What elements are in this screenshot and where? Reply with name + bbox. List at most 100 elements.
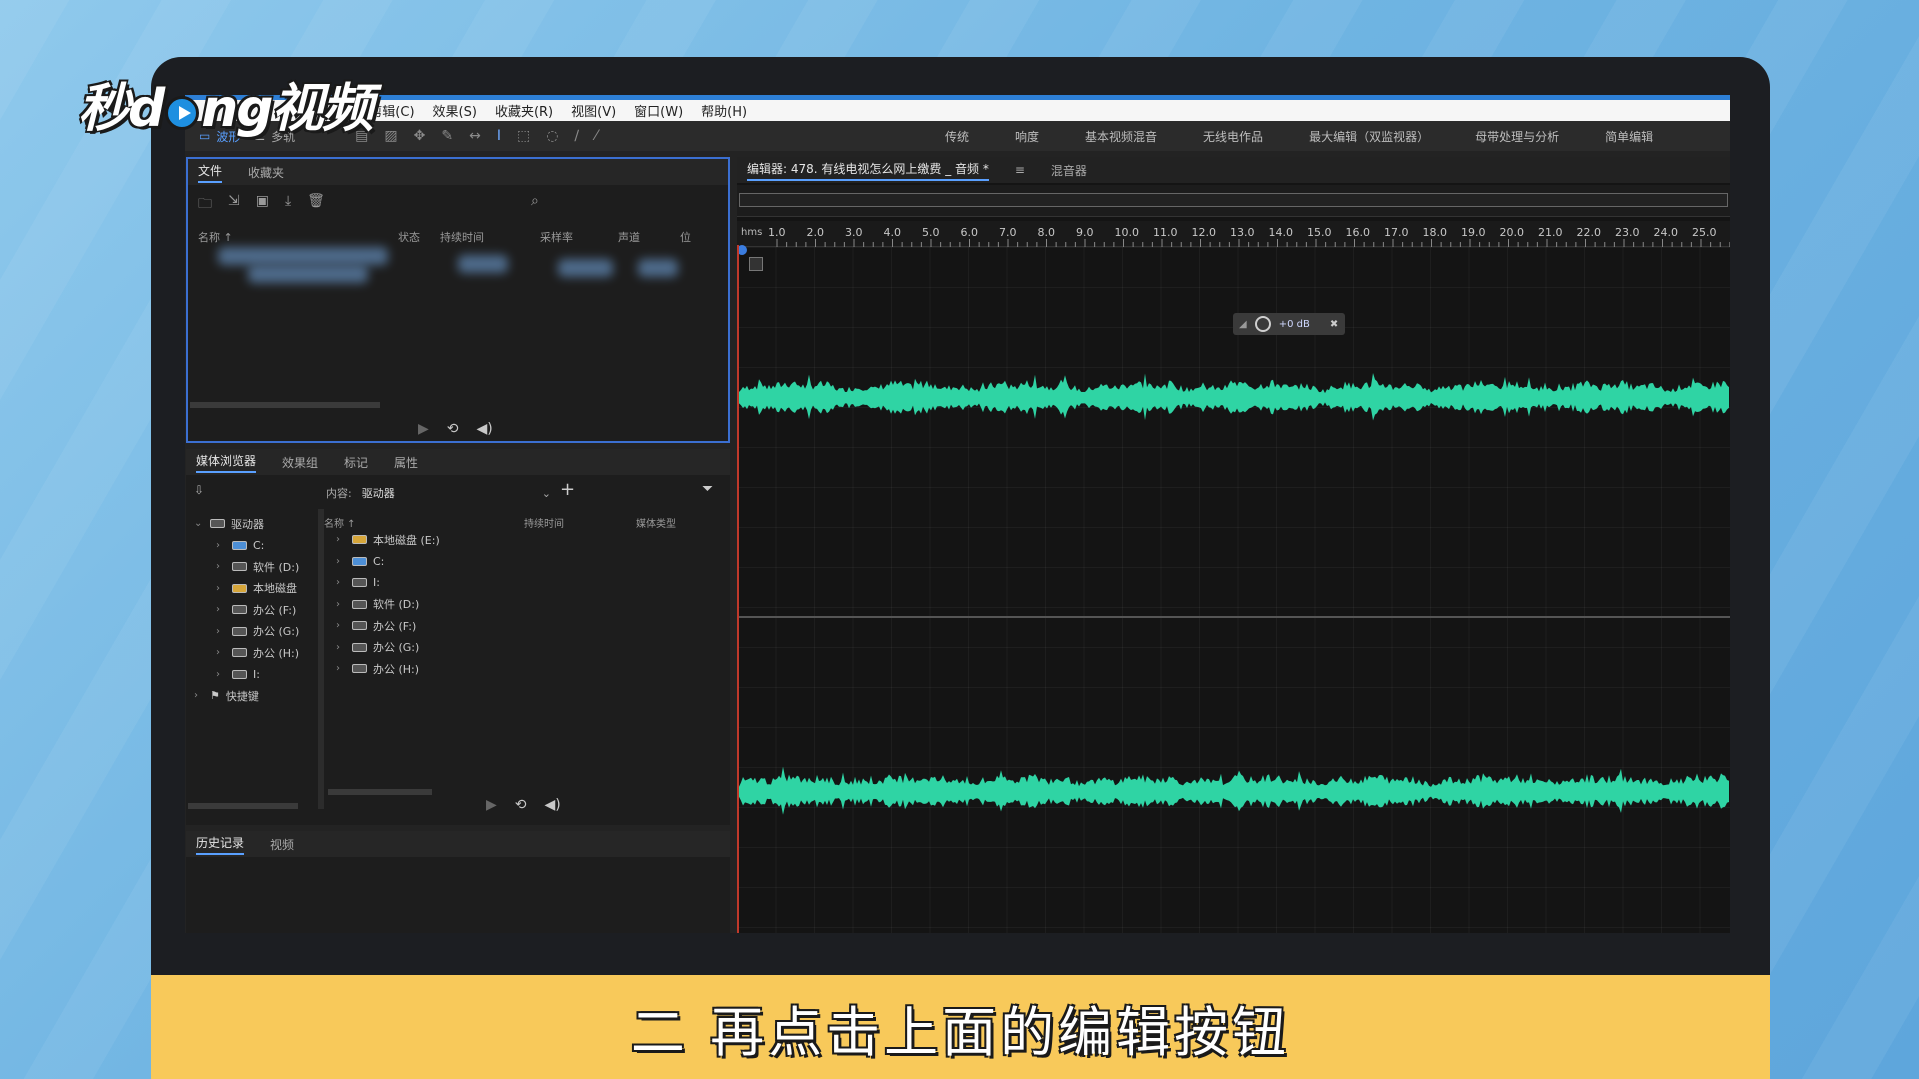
menu-item-effects[interactable]: 效果(S)	[433, 101, 477, 120]
menu-item-window[interactable]: 窗口(W)	[634, 101, 683, 120]
list-item[interactable]: › 办公 (H:)	[336, 658, 440, 680]
play-icon[interactable]: ▶	[486, 797, 497, 813]
playhead[interactable]	[737, 245, 739, 933]
menu-item-clip[interactable]: 剪辑(C)	[369, 101, 414, 120]
new-file-icon[interactable]: ▣	[256, 193, 269, 217]
slip-tool-icon[interactable]: ↔	[469, 128, 481, 144]
col-media-type[interactable]: 媒体类型	[636, 515, 676, 530]
list-item[interactable]: › 办公 (G:)	[336, 637, 440, 659]
tree-item-shortcuts[interactable]: › ⚑ 快捷键	[194, 685, 299, 707]
col-name[interactable]: 名称 ↑	[324, 515, 524, 530]
lasso-tool-icon[interactable]: ◌	[546, 128, 558, 144]
list-item[interactable]: › 办公 (F:)	[336, 615, 440, 637]
col-sample-rate[interactable]: 采样率	[540, 229, 618, 245]
spot-healing-icon[interactable]: ⁄	[595, 128, 597, 144]
tool-icons: ▤ ▨ ✥ ✎ ↔ I ⬚ ◌ ∕ ⁄	[355, 128, 597, 144]
tree-item-h[interactable]: › 办公 (H:)	[194, 642, 299, 664]
tab-properties[interactable]: 属性	[394, 454, 418, 471]
tab-files[interactable]: 文件	[198, 162, 223, 183]
open-folder-icon[interactable]: 🗀	[198, 193, 212, 217]
list-item[interactable]: › 软件 (D:)	[336, 594, 440, 616]
tab-favorites[interactable]: 收藏夹	[248, 164, 284, 181]
time-ruler[interactable]: hms 1.0 2.0 3.0 4.0 5.0 6.0 7.0 8.0 9.0 10.0 11.0 1…	[737, 221, 1730, 247]
move-tool-icon[interactable]: ✥	[414, 128, 426, 144]
overview-zoom-range[interactable]	[739, 193, 1728, 207]
volume-icon[interactable]: ◀)	[477, 421, 493, 437]
tab-menu-icon[interactable]: ≡	[1015, 163, 1025, 177]
workspace-video-mix[interactable]: 基本视频混音	[1085, 128, 1157, 145]
col-duration[interactable]: 持续时间	[524, 515, 636, 530]
pin-icon[interactable]: ✖	[1330, 319, 1338, 330]
gain-knob-icon[interactable]	[1254, 316, 1271, 332]
col-duration[interactable]: 持续时间	[440, 229, 540, 245]
tab-editor[interactable]: 编辑器: 478. 有线电视怎么网上缴费 _ 音频 *	[747, 160, 989, 181]
files-panel: 文件 收藏夹 🗀 ⇲ ▣ ⤓ 🗑 ⌕ 名称 ↑ 状态 持续时间 采样率 声道 位…	[186, 157, 730, 443]
tree-item-drives[interactable]: ⌄ 驱动器	[194, 513, 299, 535]
brush-tool-icon[interactable]: ∕	[574, 128, 579, 144]
tab-media-browser[interactable]: 媒体浏览器	[196, 452, 257, 473]
list-scrollbar[interactable]	[328, 789, 432, 795]
list-item[interactable]: › C:	[336, 551, 440, 573]
tree-splitter[interactable]	[318, 509, 324, 809]
add-shortcut-icon[interactable]: +	[560, 479, 575, 500]
menu-item-view[interactable]: 视图(V)	[571, 101, 616, 120]
volume-icon[interactable]: ◀)	[545, 797, 561, 813]
tab-effects-rack[interactable]: 效果组	[282, 454, 318, 471]
tree-item-d[interactable]: › 软件 (D:)	[194, 556, 299, 578]
tab-video[interactable]: 视频	[270, 836, 294, 853]
blurred-file-name[interactable]	[218, 247, 388, 265]
tree-item-local-disk[interactable]: › 本地磁盘	[194, 578, 299, 600]
filter-icon[interactable]: ⏷	[702, 481, 713, 497]
workspace-simple-edit[interactable]: 简单编辑	[1605, 128, 1653, 145]
content-dropdown[interactable]: 驱动器	[362, 485, 532, 501]
col-status[interactable]: 状态	[398, 229, 440, 245]
ruler-tick-label: 20.0	[1500, 226, 1525, 239]
list-item[interactable]: › 本地磁盘 (E:)	[336, 529, 440, 551]
delete-icon[interactable]: 🗑	[307, 193, 325, 217]
razor-tool-icon[interactable]: ✎	[441, 128, 453, 144]
waveform-left-channel[interactable]	[737, 373, 1729, 421]
chevron-down-icon[interactable]: ⌄	[542, 487, 551, 500]
tree-scrollbar[interactable]	[188, 803, 298, 809]
loop-icon[interactable]: ⟲	[447, 421, 459, 437]
tree-item-g[interactable]: › 办公 (G:)	[194, 621, 299, 643]
location-icon[interactable]: ⇩	[194, 483, 204, 497]
tab-markers[interactable]: 标记	[344, 454, 368, 471]
tab-history[interactable]: 历史记录	[196, 834, 245, 855]
play-icon[interactable]: ▶	[418, 421, 429, 437]
time-selection-tool-icon[interactable]: I	[497, 128, 501, 144]
workspace-loudness[interactable]: 响度	[1015, 128, 1039, 145]
list-item[interactable]: › I:	[336, 572, 440, 594]
pitch-display-icon[interactable]: ▨	[384, 128, 397, 144]
overview-bar	[737, 185, 1730, 217]
search-icon[interactable]: ⌕	[531, 193, 539, 217]
tree-item-f[interactable]: › 办公 (F:)	[194, 599, 299, 621]
editor-tabs: 编辑器: 478. 有线电视怎么网上缴费 _ 音频 * ≡ 混音器	[737, 157, 1730, 183]
media-browser-panel: 媒体浏览器 效果组 标记 属性 ⇩ 内容: 驱动器 ⌄ + ⏷ 名称 ↑ 持续时…	[186, 449, 730, 825]
col-bit-depth[interactable]: 位	[680, 229, 691, 245]
import-icon[interactable]: ⇲	[228, 193, 240, 217]
marquee-tool-icon[interactable]: ⬚	[517, 128, 530, 144]
tree-item-i[interactable]: › I:	[194, 664, 299, 686]
gain-hud[interactable]: ◢ +0 dB ✖	[1233, 313, 1345, 335]
col-name[interactable]: 名称 ↑	[198, 229, 398, 245]
workspace-radio[interactable]: 无线电作品	[1203, 128, 1263, 145]
menu-item-help[interactable]: 帮助(H)	[701, 101, 747, 120]
workspace-mastering[interactable]: 母带处理与分析	[1475, 128, 1559, 145]
time-selection-icon[interactable]	[749, 257, 763, 271]
insert-icon[interactable]: ⤓	[285, 193, 291, 217]
ruler-tick-label: 12.0	[1192, 226, 1217, 239]
windows-drive-icon	[232, 540, 247, 550]
workspace-dual-monitor[interactable]: 最大编辑（双监视器）	[1309, 128, 1429, 145]
waveform-display[interactable]	[737, 247, 1730, 933]
col-channels[interactable]: 声道	[618, 229, 680, 245]
menu-item-favorites[interactable]: 收藏夹(R)	[495, 101, 553, 120]
tree-item-c[interactable]: › C:	[194, 535, 299, 557]
drive-icon	[210, 519, 225, 529]
tab-mixer[interactable]: 混音器	[1051, 162, 1087, 179]
files-scrollbar[interactable]	[190, 402, 380, 408]
workspace-classic[interactable]: 传统	[945, 128, 969, 145]
waveform-right-channel[interactable]	[737, 766, 1729, 815]
loop-icon[interactable]: ⟲	[515, 797, 527, 813]
ruler-tick-label: 6.0	[961, 226, 979, 239]
